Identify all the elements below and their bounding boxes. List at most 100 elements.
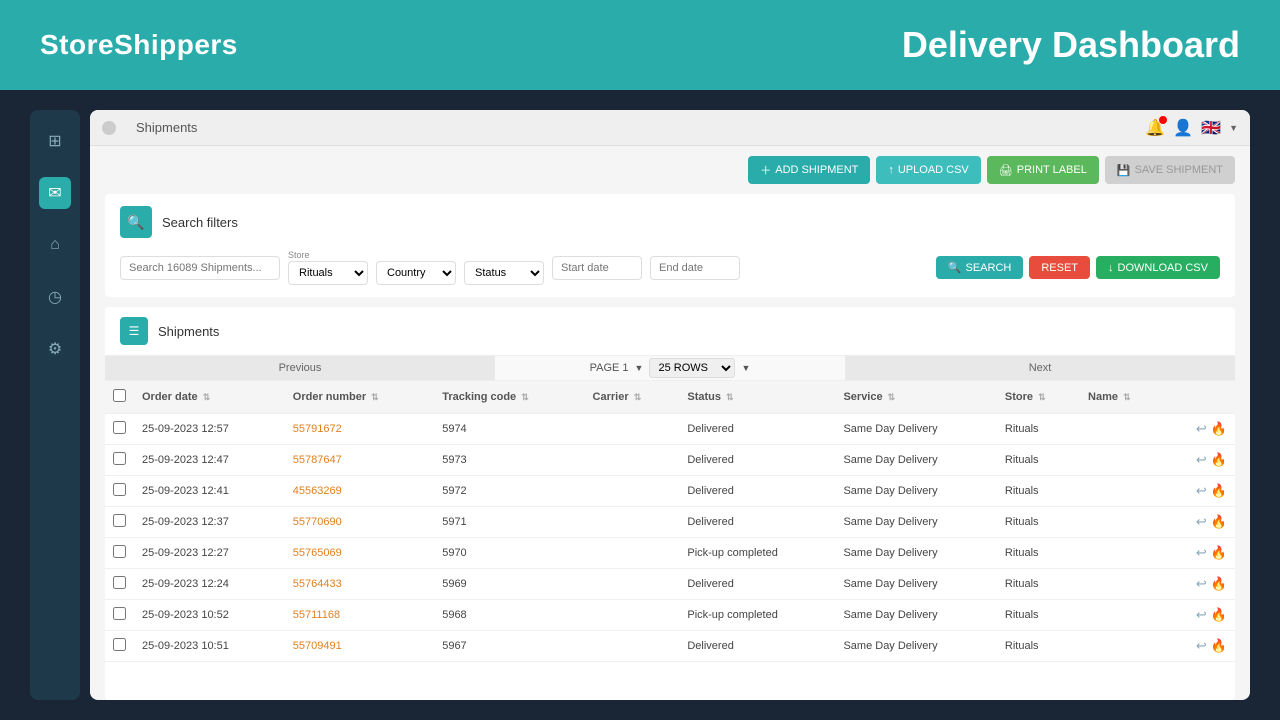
route-icon[interactable]: ↩: [1196, 452, 1207, 468]
row-order-number[interactable]: 55765069: [285, 538, 434, 569]
fire-icon[interactable]: 🔥: [1211, 421, 1227, 437]
pagination-row: Previous PAGE 1 ▼ 25 ROWS 50 ROWS 100 RO…: [105, 356, 1235, 381]
row-checkbox-cell[interactable]: [105, 631, 134, 662]
row-order-number[interactable]: 55711168: [285, 600, 434, 631]
row-order-number[interactable]: 55764433: [285, 569, 434, 600]
row-action-icons: ↩ 🔥: [1174, 607, 1227, 623]
row-service: Same Day Delivery: [835, 507, 996, 538]
search-button[interactable]: 🔍 SEARCH: [936, 256, 1024, 279]
row-name: [1080, 476, 1166, 507]
order-number-link[interactable]: 45563269: [293, 485, 342, 497]
route-icon[interactable]: ↩: [1196, 545, 1207, 561]
row-order-number[interactable]: 55787647: [285, 445, 434, 476]
order-number-link[interactable]: 55709491: [293, 640, 342, 652]
row-checkbox[interactable]: [113, 452, 126, 465]
fire-icon[interactable]: 🔥: [1211, 483, 1227, 499]
fire-icon[interactable]: 🔥: [1211, 514, 1227, 530]
fire-icon[interactable]: 🔥: [1211, 545, 1227, 561]
table-scroll[interactable]: Order date ⇅ Order number ⇅ Tracking cod…: [105, 381, 1235, 700]
order-number-link[interactable]: 55787647: [293, 454, 342, 466]
end-date-input[interactable]: [650, 256, 740, 280]
col-name[interactable]: Name ⇅: [1080, 381, 1166, 414]
sidebar-item-settings[interactable]: ⚙: [39, 333, 71, 365]
col-service[interactable]: Service ⇅: [835, 381, 996, 414]
col-order-number[interactable]: Order number ⇅: [285, 381, 434, 414]
page-dropdown-icon[interactable]: ▼: [635, 363, 644, 373]
row-checkbox-cell[interactable]: [105, 600, 134, 631]
route-icon[interactable]: ↩: [1196, 421, 1207, 437]
prev-page-button[interactable]: Previous: [105, 356, 495, 380]
sidebar-item-shipments[interactable]: ✉: [39, 177, 71, 209]
start-date-input[interactable]: [552, 256, 642, 280]
row-checkbox-cell[interactable]: [105, 414, 134, 445]
row-checkbox[interactable]: [113, 576, 126, 589]
upload-icon: ↑: [888, 164, 894, 176]
search-icon-box: 🔍: [120, 206, 152, 238]
order-number-link[interactable]: 55765069: [293, 547, 342, 559]
add-shipment-button[interactable]: ＋ ADD SHIPMENT: [748, 156, 870, 184]
rows-select[interactable]: 25 ROWS 50 ROWS 100 ROWS: [649, 358, 735, 378]
row-checkbox-cell[interactable]: [105, 445, 134, 476]
col-order-date[interactable]: Order date ⇅: [134, 381, 285, 414]
user-icon[interactable]: 👤: [1173, 118, 1193, 138]
row-order-number[interactable]: 55791672: [285, 414, 434, 445]
fire-icon[interactable]: 🔥: [1211, 638, 1227, 654]
order-number-link[interactable]: 55791672: [293, 423, 342, 435]
row-name: [1080, 414, 1166, 445]
flag-icon[interactable]: 🇬🇧: [1201, 118, 1221, 138]
col-tracking-code[interactable]: Tracking code ⇅: [434, 381, 584, 414]
sidebar-item-dashboard[interactable]: ⌂: [39, 229, 71, 261]
sidebar-item-clock[interactable]: ◷: [39, 281, 71, 313]
print-label-button[interactable]: 🖨 PRINT LABEL: [987, 156, 1099, 184]
row-checkbox-cell[interactable]: [105, 538, 134, 569]
col-store[interactable]: Store ⇅: [997, 381, 1080, 414]
status-filter-select[interactable]: Status: [464, 261, 544, 285]
country-filter-select[interactable]: Country: [376, 261, 456, 285]
row-order-number[interactable]: 45563269: [285, 476, 434, 507]
row-checkbox[interactable]: [113, 483, 126, 496]
flag-dropdown-icon[interactable]: ▼: [1229, 123, 1238, 133]
row-checkbox[interactable]: [113, 421, 126, 434]
table-icon-box: ☰: [120, 317, 148, 345]
row-tracking-code: 5971: [434, 507, 584, 538]
row-checkbox[interactable]: [113, 545, 126, 558]
route-icon[interactable]: ↩: [1196, 483, 1207, 499]
search-input[interactable]: [120, 256, 280, 280]
notification-icon[interactable]: 🔔: [1145, 118, 1165, 138]
row-carrier: [585, 538, 680, 569]
dashboard-title: Delivery Dashboard: [902, 24, 1240, 66]
sidebar-item-home[interactable]: ⊞: [39, 125, 71, 157]
window-close-btn[interactable]: [102, 121, 116, 135]
row-checkbox[interactable]: [113, 514, 126, 527]
next-page-button[interactable]: Next: [845, 356, 1235, 380]
fire-icon[interactable]: 🔥: [1211, 607, 1227, 623]
row-name: [1080, 445, 1166, 476]
download-csv-button[interactable]: ↓ DOWNLOAD CSV: [1096, 256, 1220, 279]
route-icon[interactable]: ↩: [1196, 576, 1207, 592]
route-icon[interactable]: ↩: [1196, 607, 1207, 623]
upload-csv-button[interactable]: ↑ UPLOAD CSV: [876, 156, 980, 184]
row-checkbox-cell[interactable]: [105, 569, 134, 600]
order-number-link[interactable]: 55770690: [293, 516, 342, 528]
fire-icon[interactable]: 🔥: [1211, 576, 1227, 592]
row-checkbox-cell[interactable]: [105, 476, 134, 507]
route-icon[interactable]: ↩: [1196, 638, 1207, 654]
row-carrier: [585, 476, 680, 507]
reset-button[interactable]: RESET: [1029, 256, 1090, 279]
row-checkbox[interactable]: [113, 638, 126, 651]
order-number-link[interactable]: 55711168: [293, 609, 340, 621]
store-filter-select[interactable]: Rituals: [288, 261, 368, 285]
row-checkbox-cell[interactable]: [105, 507, 134, 538]
row-checkbox[interactable]: [113, 607, 126, 620]
col-carrier[interactable]: Carrier ⇅: [585, 381, 680, 414]
col-status[interactable]: Status ⇅: [679, 381, 835, 414]
row-order-number[interactable]: 55709491: [285, 631, 434, 662]
select-all-header[interactable]: [105, 381, 134, 414]
save-shipment-button[interactable]: 💾 SAVE SHIPMENT: [1105, 156, 1235, 184]
window-controls: [102, 121, 116, 135]
fire-icon[interactable]: 🔥: [1211, 452, 1227, 468]
order-number-link[interactable]: 55764433: [293, 578, 342, 590]
select-all-checkbox[interactable]: [113, 389, 126, 402]
row-order-number[interactable]: 55770690: [285, 507, 434, 538]
route-icon[interactable]: ↩: [1196, 514, 1207, 530]
